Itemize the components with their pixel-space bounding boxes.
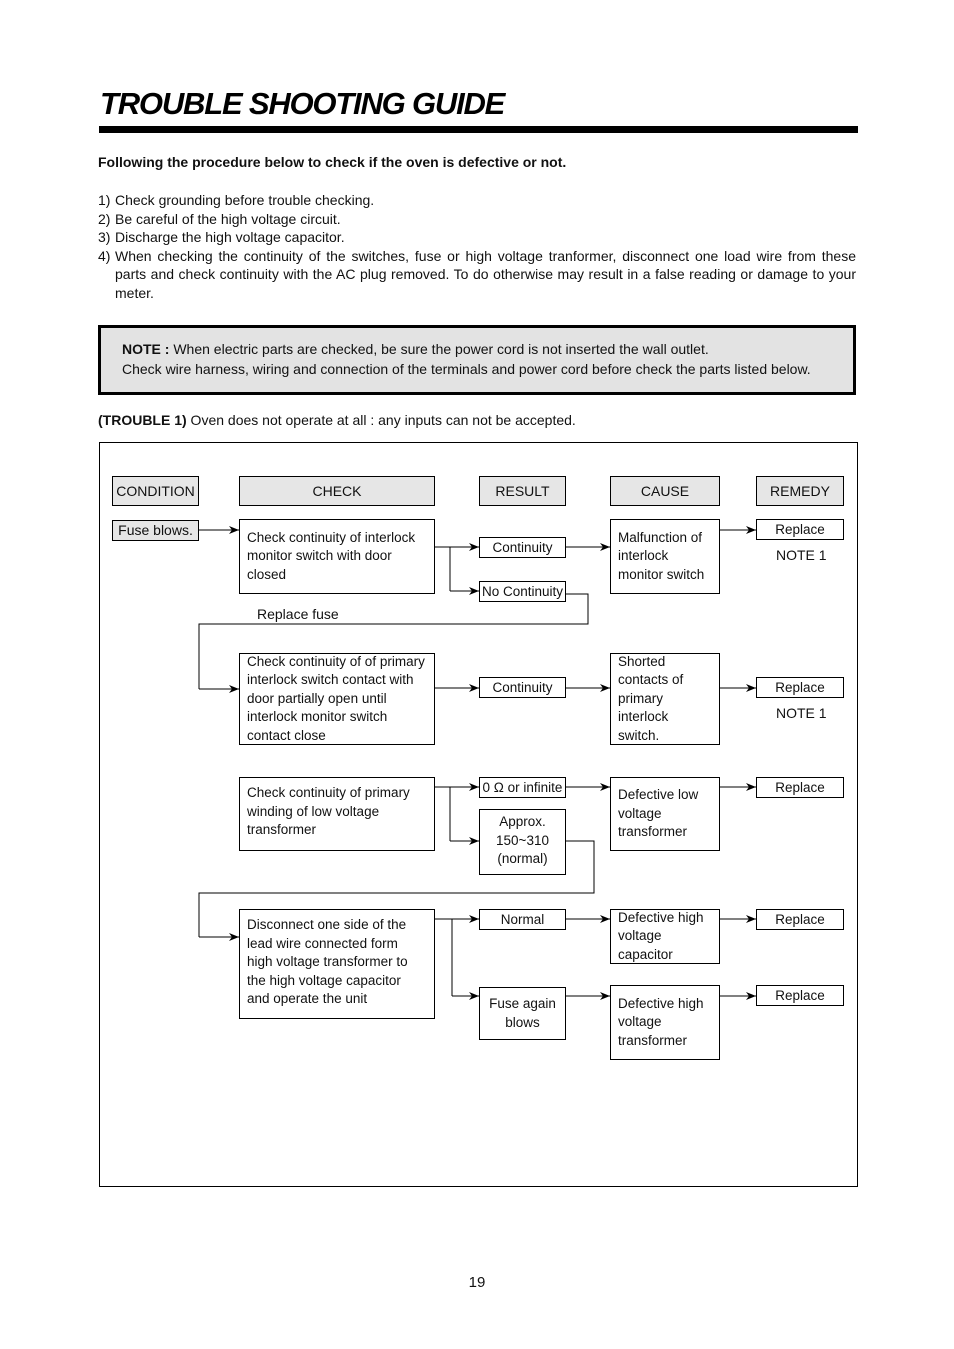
procedure-step: 3) Discharge the high voltage capacitor. xyxy=(98,228,856,247)
step-text: Check grounding before trouble checking. xyxy=(115,192,375,208)
result-zero-ohm: 0 Ω or infinite xyxy=(479,777,566,798)
check-box-1: Check continuity of interlock monitor sw… xyxy=(239,519,435,594)
note-line-2: Check wire harness, wiring and connectio… xyxy=(122,361,811,377)
header-condition: CONDITION xyxy=(112,476,199,506)
condition-fuse-blows: Fuse blows. xyxy=(112,520,199,541)
note-box: NOTE : When electric parts are checked, … xyxy=(98,325,856,395)
trouble-text: Oven does not operate at all : any input… xyxy=(186,412,576,428)
cause-box-1: Malfunction of interlock monitor switch xyxy=(610,519,720,594)
header-remedy: REMEDY xyxy=(756,476,844,506)
header-cause: CAUSE xyxy=(610,476,720,506)
remedy-replace-4a: Replace xyxy=(756,909,844,930)
remedy-note-2: NOTE 1 xyxy=(776,705,827,721)
procedure-step: 2) Be careful of the high voltage circuit… xyxy=(98,210,856,229)
step-number: 3) xyxy=(98,229,111,245)
result-normal: Normal xyxy=(479,909,566,930)
cause-box-4a: Defective high voltage capacitor xyxy=(610,909,720,964)
cause-box-4b: Defective high voltage transformer xyxy=(610,985,720,1060)
remedy-replace-3: Replace xyxy=(756,777,844,798)
replace-fuse-label: Replace fuse xyxy=(257,606,339,622)
note-text-1: When electric parts are checked, be sure… xyxy=(169,341,709,357)
trouble-heading: (TROUBLE 1) Oven does not operate at all… xyxy=(98,412,576,428)
result-continuity-2: Continuity xyxy=(479,677,566,698)
step-text: When checking the continuity of the swit… xyxy=(115,247,856,301)
step-text: Be careful of the high voltage circuit. xyxy=(115,210,341,227)
remedy-replace-4b: Replace xyxy=(756,985,844,1006)
step-number: 2) xyxy=(98,210,111,227)
step-number: 1) xyxy=(98,192,111,208)
page-title: TROUBLE SHOOTING GUIDE xyxy=(100,86,505,121)
step-number: 4) xyxy=(98,247,111,264)
check-box-4: Disconnect one side of the lead wire con… xyxy=(239,909,435,1019)
cause-box-2: Shorted contacts of primary interlock sw… xyxy=(610,653,720,745)
procedure-steps: 1) Check grounding before trouble checkin… xyxy=(98,191,856,302)
check-box-3: Check continuity of primary winding of l… xyxy=(239,777,435,851)
note-label: NOTE : xyxy=(122,341,170,357)
intro-text: Following the procedure below to check i… xyxy=(98,154,567,170)
result-fuse-again-blows: Fuse again blows xyxy=(479,987,566,1040)
remedy-replace-2: Replace xyxy=(756,677,844,698)
check-box-2: Check continuity of of primary interlock… xyxy=(239,653,435,745)
header-check: CHECK xyxy=(239,476,435,506)
procedure-step: 1) Check grounding before trouble checkin… xyxy=(98,191,856,210)
result-no-continuity-1: No Continuity xyxy=(479,581,566,602)
title-rule xyxy=(99,126,858,133)
page-number: 19 xyxy=(468,1274,486,1291)
note-line-1: NOTE : When electric parts are checked, … xyxy=(122,341,709,357)
cause-box-3: Defective low voltage transformer xyxy=(610,777,720,851)
remedy-replace-1: Replace xyxy=(756,519,844,540)
trouble-label: (TROUBLE 1) xyxy=(98,412,187,428)
result-continuity-1: Continuity xyxy=(479,537,566,558)
remedy-note-1: NOTE 1 xyxy=(776,547,827,563)
step-text: Discharge the high voltage capacitor. xyxy=(115,229,345,245)
result-approx-normal: Approx. 150~310 (normal) xyxy=(479,809,566,875)
procedure-step: 4) When checking the continuity of the sw… xyxy=(98,247,856,303)
header-result: RESULT xyxy=(479,476,566,506)
